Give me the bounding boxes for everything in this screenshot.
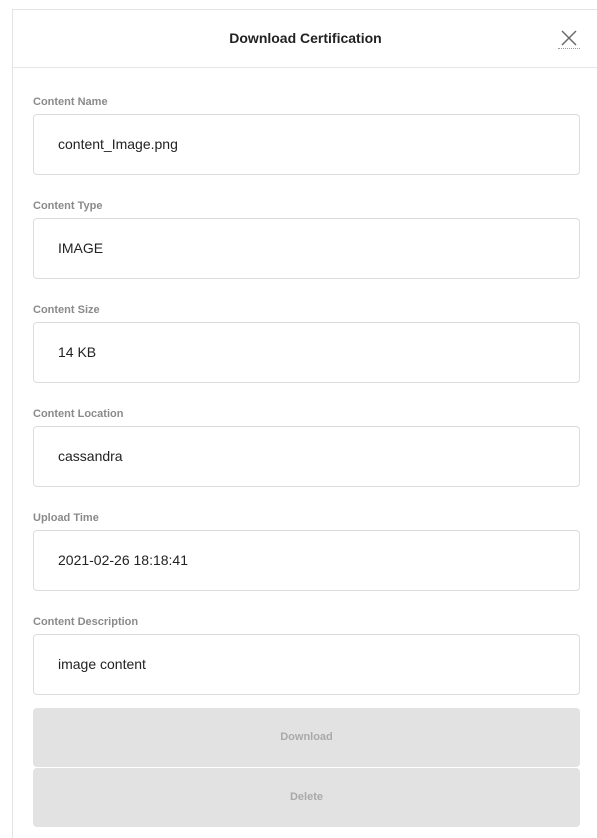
content-size-value: 14 KB (58, 344, 97, 360)
content-location-label: Content Location (33, 408, 124, 420)
content-type-label: Content Type (33, 200, 103, 212)
content-type-field[interactable]: IMAGE (33, 218, 580, 279)
content-location-field[interactable]: cassandra (33, 426, 580, 487)
content-description-value: image content (58, 656, 146, 672)
dialog-header: Download Certification (13, 10, 597, 68)
close-icon (561, 30, 577, 46)
content-name-field[interactable]: content_Image.png (33, 114, 580, 175)
content-type-value: IMAGE (58, 240, 104, 256)
content-location-value: cassandra (58, 448, 123, 464)
content-name-value: content_Image.png (58, 136, 178, 152)
content-size-field[interactable]: 14 KB (33, 322, 580, 383)
content-description-field[interactable]: image content (33, 634, 580, 695)
upload-time-value: 2021-02-26 18:18:41 (58, 552, 188, 568)
dialog-title: Download Certification (229, 30, 382, 46)
delete-button[interactable]: Delete (33, 768, 580, 827)
download-button[interactable]: Download (33, 708, 580, 767)
upload-time-field[interactable]: 2021-02-26 18:18:41 (33, 530, 580, 591)
content-name-label: Content Name (33, 96, 108, 108)
download-certification-dialog: Download Certification Content Name cont… (12, 9, 597, 838)
upload-time-label: Upload Time (33, 512, 99, 524)
content-description-label: Content Description (33, 616, 139, 628)
content-size-label: Content Size (33, 304, 100, 316)
close-button[interactable] (558, 27, 580, 49)
